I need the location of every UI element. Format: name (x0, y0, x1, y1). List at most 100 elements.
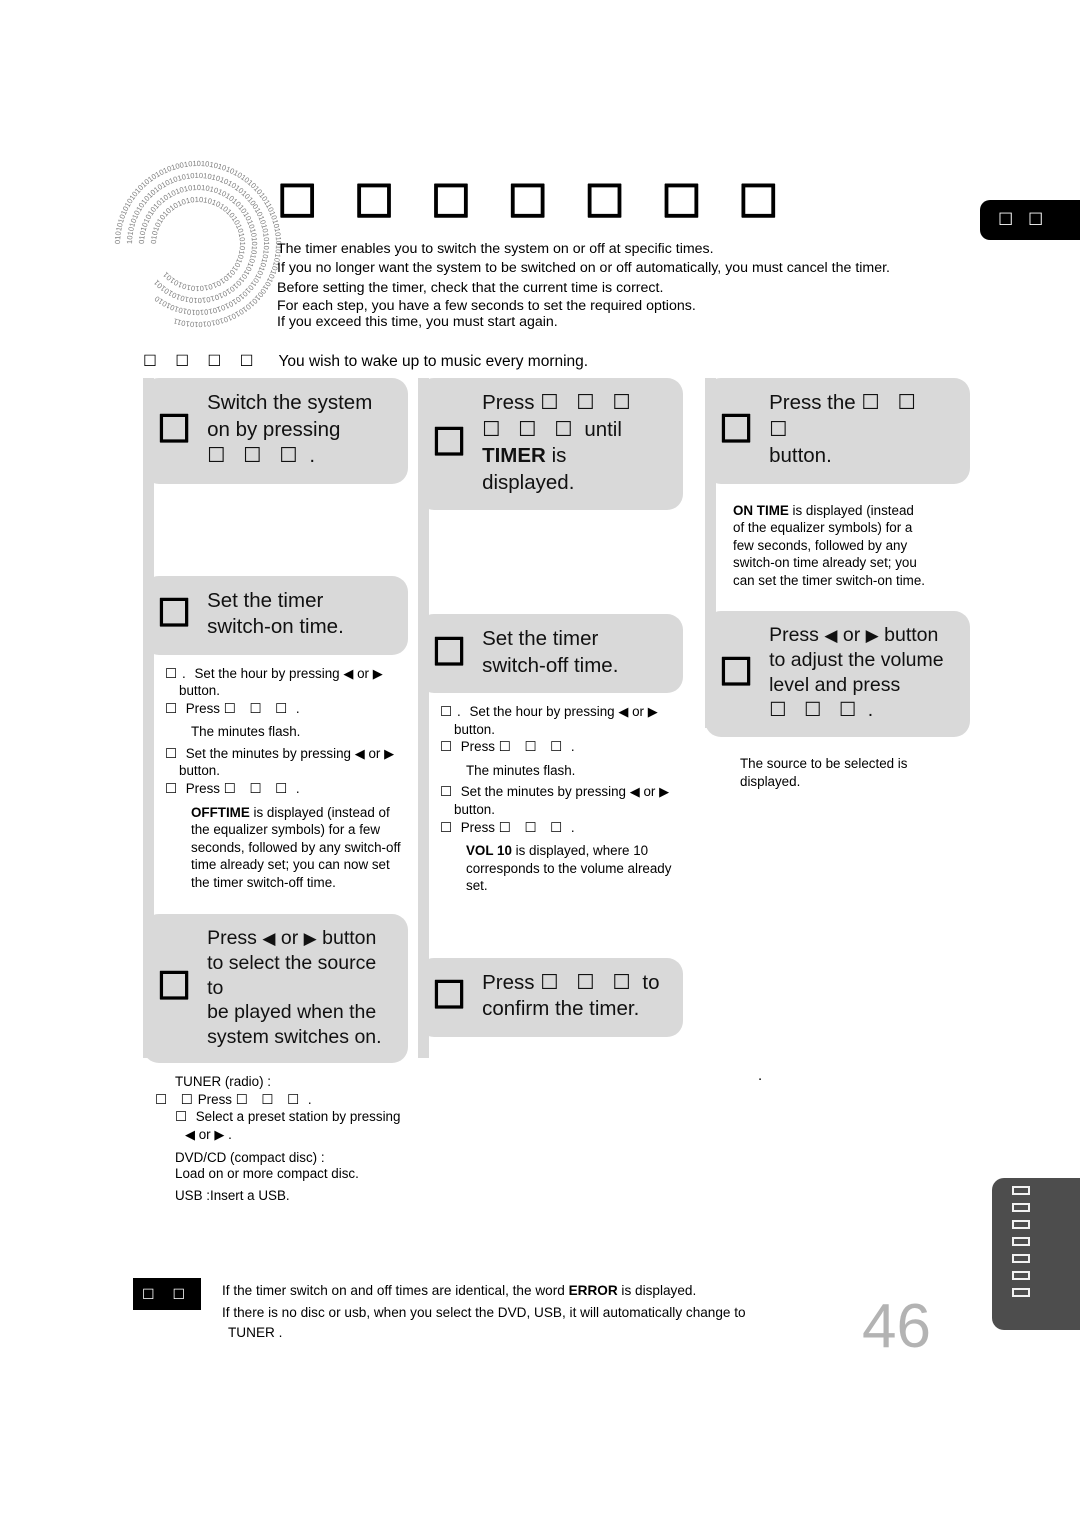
bullet-marker: ☐ ☐ (155, 1091, 198, 1107)
detail-line: ☐ Set the minutes by pressing ◀ or ▶ but… (440, 784, 670, 817)
button-name: ☐ ☐ ☐ (540, 970, 637, 994)
step-4: ☐ Set the timer switch-on time. (143, 575, 408, 655)
svg-text:010101010101010101010101010101: 0101010101010101010101010101010101010101… (149, 195, 247, 293)
detail-note: OFFTIME is displayed (instead of the equ… (191, 804, 401, 891)
intro-line: If you exceed this time, you must start … (277, 314, 558, 331)
left-arrow-icon: ◀ (343, 665, 354, 681)
detail-line: USB :Insert a USB. (175, 1188, 290, 1204)
bullet-marker: ☐ (175, 1109, 193, 1125)
bullet-marker: ☐ (440, 784, 458, 800)
step-2: ☐ Press ☐ ☐ ☐ ☐ ☐ ☐ until TIMER is displ… (418, 378, 683, 510)
right-arrow-icon: ▶ (214, 1126, 225, 1142)
right-arrow-icon: ▶ (865, 626, 879, 646)
source-title: TUNER (radio) : (175, 1074, 271, 1090)
detail-line: ☐. Set the hour by pressing ◀ or ▶ butto… (440, 704, 658, 737)
intro-line: Before setting the timer, check that the… (277, 279, 664, 296)
right-arrow-icon: ▶ (384, 745, 395, 761)
detail-line: ◀ or ▶ . (185, 1126, 232, 1142)
chapter-side-tab (992, 1178, 1080, 1330)
button-name: ☐ ☐ ☐ (235, 1091, 305, 1107)
bullet-marker: ☐ (165, 700, 183, 716)
note-line: If the timer switch on and off times are… (222, 1283, 697, 1298)
button-name: ☐ ☐ ☐ (540, 391, 637, 414)
column-2: ☐ Press ☐ ☐ ☐ ☐ ☐ ☐ until TIMER is displ… (418, 378, 683, 1058)
step-line: Set the timer (482, 627, 599, 650)
svg-text:010101010101010101010101010101: 0101010101010101010101010101010101010101… (137, 183, 259, 305)
step-number: ☐ (432, 422, 467, 464)
button-name: ☐ ☐ ☐ (498, 819, 568, 835)
column-1: ☐ Switch the system on by pressing ☐ ☐ ☐… (143, 378, 408, 1205)
detail-line: ☐ ☐Press ☐ ☐ ☐ . (155, 1091, 312, 1107)
step-line: level and press (769, 674, 901, 697)
detail-line: The minutes flash. (466, 762, 576, 778)
intro-line: The timer enables you to switch the syst… (277, 241, 714, 257)
display-word: OFFTIME (191, 804, 250, 820)
step-6: ☐ Press ◀ or ▶ button to adjust the volu… (705, 611, 970, 738)
step-line: switch-on time. (207, 615, 344, 638)
left-arrow-icon: ◀ (185, 1126, 195, 1142)
detail-line: Load on or more compact disc. (175, 1166, 359, 1182)
step-3: ☐ Press the ☐ ☐ ☐ button. (705, 378, 970, 484)
note-badge: ☐ ☐ (133, 1278, 201, 1310)
intro-line: If you no longer want the system to be s… (277, 260, 890, 277)
detail-line: ☐ Select a preset station by pressing (175, 1109, 401, 1125)
step-number: ☐ (432, 631, 467, 674)
detail-line: ☐ Set the minutes by pressing ◀ or ▶ but… (165, 745, 395, 779)
button-name: ☐ ☐ ☐ (482, 417, 579, 441)
step-line: system switches on. (207, 1025, 382, 1048)
detail-line: ☐. Set the hour by pressing ◀ or ▶ butto… (165, 665, 383, 699)
step-5: ☐ Set the timer switch-off time. (418, 614, 683, 693)
bullet-marker: ☐ (440, 819, 458, 835)
step-8-text: Press ☐ ☐ ☐ to confirm the timer. (482, 970, 660, 1021)
display-word: TIMER (482, 444, 546, 467)
detail-line: few seconds, followed by any (733, 537, 908, 553)
display-word: ON TIME (733, 502, 789, 518)
step-line: to adjust the volume (769, 649, 944, 672)
step-7: ☐ Press ◀ or ▶ button to select the sour… (143, 913, 408, 1064)
left-arrow-icon: ◀ (618, 704, 629, 719)
right-arrow-icon: ▶ (303, 928, 317, 948)
step-5-detail: ☐. Set the hour by pressing ◀ or ▶ butto… (418, 693, 683, 895)
bullet-marker: ☐ (165, 745, 183, 761)
detail-line: ☐ Press ☐ ☐ ☐ . (440, 739, 575, 755)
side-tab-glyph (1012, 1186, 1030, 1195)
example-row: ☐ ☐ ☐ ☐ You wish to wake up to music eve… (143, 352, 588, 371)
detail-line: The minutes flash. (191, 724, 301, 740)
bullet-marker: ☐ (165, 781, 183, 797)
detail-line: The source to be selected is (740, 756, 908, 772)
left-arrow-icon: ◀ (262, 928, 276, 948)
step-7-text: Press ◀ or ▶ button to select the source… (207, 926, 382, 1048)
stray-period: . (758, 1067, 763, 1084)
detail-line: ON TIME is displayed (instead (733, 502, 914, 518)
step-6-detail: The source to be selected is displayed. (705, 737, 970, 790)
step-number: ☐ (157, 408, 192, 451)
step-line: Switch the system (207, 391, 373, 414)
step-7-detail: TUNER (radio) : ☐ ☐Press ☐ ☐ ☐ . ☐ Selec… (143, 1063, 408, 1205)
cd-binary-decoration: 0101010101010101010101010010101010101010… (108, 132, 288, 337)
side-tab-glyph (1012, 1203, 1030, 1212)
button-name: ☐ ☐ ☐ (498, 739, 568, 755)
step-3-detail: ON TIME is displayed (instead of the equ… (705, 484, 970, 590)
source-title: DVD/CD (compact disc) : (175, 1149, 325, 1165)
step-number: ☐ (719, 652, 754, 695)
detail-line: ☐ Press ☐ ☐ ☐ . (165, 700, 300, 716)
side-tab-glyph (1012, 1220, 1030, 1229)
step-number: ☐ (432, 975, 467, 1018)
button-name: ☐ ☐ ☐ (223, 700, 293, 716)
right-arrow-icon: ▶ (372, 665, 383, 681)
svg-text:010101010101010101010101001010: 0101010101010101010101010010101010101010… (113, 159, 283, 329)
step-line: switch-off time. (482, 653, 619, 677)
step-line: to select the source to (207, 952, 377, 999)
button-name: ☐ ☐ ☐ (769, 699, 863, 722)
step-line: on by pressing (207, 417, 341, 441)
example-text: You wish to wake up to music every morni… (278, 353, 589, 370)
note-line: If there is no disc or usb, when you sel… (222, 1305, 746, 1320)
display-word: VOL 10 (466, 843, 512, 859)
detail-note: VOL 10 is displayed, where 10 correspond… (466, 843, 672, 894)
left-arrow-icon: ◀ (354, 745, 365, 761)
detail-line: can set the timer switch-on time. (733, 572, 926, 588)
